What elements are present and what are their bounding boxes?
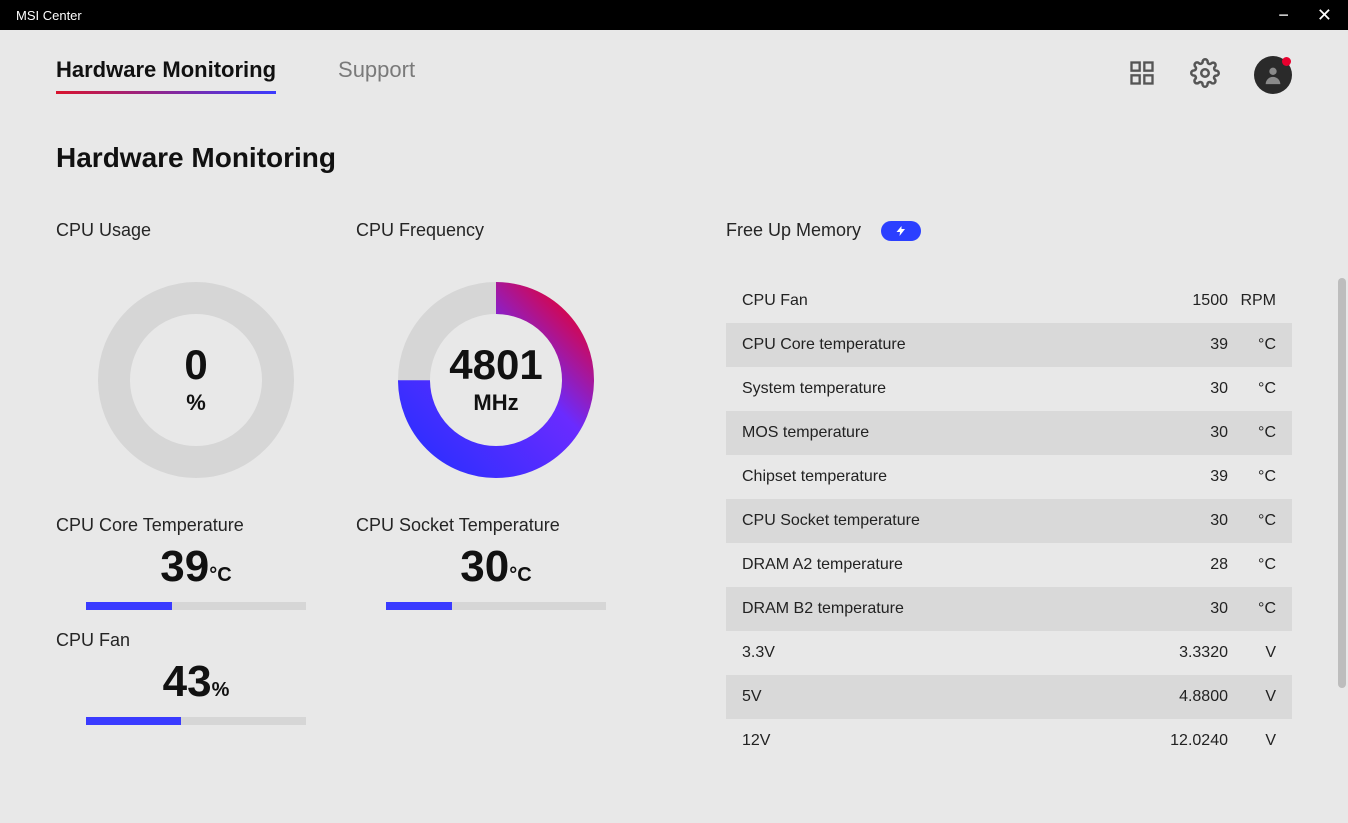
cpu-core-temp-unit: °C (209, 564, 231, 586)
stat-row: 3.3V3.3320V (726, 631, 1292, 675)
stat-unit: RPM (1228, 292, 1276, 310)
stat-value: 30 (1138, 424, 1228, 442)
stat-value: 28 (1138, 556, 1228, 574)
stat-value: 3.3320 (1138, 644, 1228, 662)
grid-icon[interactable] (1128, 59, 1156, 92)
stat-row: DRAM B2 temperature30°C (726, 587, 1292, 631)
stat-name: System temperature (742, 380, 1138, 398)
cpu-socket-temp-bar (386, 602, 606, 610)
cpu-socket-temp-value: 30 (460, 542, 509, 591)
stat-unit: °C (1228, 336, 1276, 354)
stat-value: 1500 (1138, 292, 1228, 310)
stat-name: CPU Socket temperature (742, 512, 1138, 530)
cpu-core-temp-bar (86, 602, 306, 610)
stat-unit: °C (1228, 556, 1276, 574)
tab-hardware-monitoring[interactable]: Hardware Monitoring (56, 57, 276, 93)
stat-name: DRAM B2 temperature (742, 600, 1138, 618)
cpu-usage-gauge: 0 % (91, 275, 301, 485)
tab-label: Hardware Monitoring (56, 57, 276, 82)
free-memory-label: Free Up Memory (726, 220, 861, 241)
tab-underline (56, 91, 276, 94)
scrollbar[interactable] (1338, 278, 1346, 688)
cpu-fan-bar (86, 717, 306, 725)
stat-unit: °C (1228, 512, 1276, 530)
stat-unit: °C (1228, 600, 1276, 618)
close-icon[interactable]: ✕ (1317, 5, 1332, 26)
cpu-fan-label: CPU Fan (56, 630, 336, 651)
stat-unit: V (1228, 732, 1276, 750)
tab-support[interactable]: Support (338, 57, 415, 93)
stat-list: CPU Fan1500RPMCPU Core temperature39°CSy… (726, 279, 1292, 763)
cpu-usage-label: CPU Usage (56, 220, 336, 241)
stat-name: 12V (742, 732, 1138, 750)
cpu-freq-value: 4801 (449, 344, 542, 386)
cpu-socket-temp-label: CPU Socket Temperature (356, 515, 636, 536)
stat-value: 39 (1138, 468, 1228, 486)
stat-name: MOS temperature (742, 424, 1138, 442)
gear-icon[interactable] (1190, 58, 1220, 93)
window-controls: − ✕ (1278, 5, 1332, 26)
free-memory-button[interactable] (881, 221, 921, 241)
cpu-usage-value: 0 (184, 344, 207, 386)
stat-name: 5V (742, 688, 1138, 706)
stat-unit: V (1228, 688, 1276, 706)
stat-value: 30 (1138, 600, 1228, 618)
stat-value: 4.8800 (1138, 688, 1228, 706)
stat-row: 5V4.8800V (726, 675, 1292, 719)
cpu-core-temp-label: CPU Core Temperature (56, 515, 336, 536)
cpu-fan-value: 43 (163, 657, 212, 706)
stat-unit: V (1228, 644, 1276, 662)
stat-row: MOS temperature30°C (726, 411, 1292, 455)
stat-row: CPU Socket temperature30°C (726, 499, 1292, 543)
stat-row: Chipset temperature39°C (726, 455, 1292, 499)
stat-name: 3.3V (742, 644, 1138, 662)
stat-row: DRAM A2 temperature28°C (726, 543, 1292, 587)
window-title: MSI Center (16, 8, 82, 23)
stat-row: CPU Core temperature39°C (726, 323, 1292, 367)
cpu-freq-gauge: 4801 MHz (391, 275, 601, 485)
stat-row: 12V12.0240V (726, 719, 1292, 763)
stat-row: System temperature30°C (726, 367, 1292, 411)
main-tabs: Hardware Monitoring Support (56, 57, 415, 93)
stat-row: CPU Fan1500RPM (726, 279, 1292, 323)
cpu-fan-unit: % (212, 679, 230, 701)
titlebar: MSI Center − ✕ (0, 0, 1348, 30)
cpu-freq-label: CPU Frequency (356, 220, 636, 241)
minimize-icon[interactable]: − (1278, 5, 1289, 26)
stat-unit: °C (1228, 468, 1276, 486)
stat-name: CPU Fan (742, 292, 1138, 310)
stat-name: DRAM A2 temperature (742, 556, 1138, 574)
cpu-core-temp-value: 39 (160, 542, 209, 591)
stat-value: 12.0240 (1138, 732, 1228, 750)
stat-value: 39 (1138, 336, 1228, 354)
stat-value: 30 (1138, 512, 1228, 530)
avatar[interactable] (1254, 56, 1292, 94)
bolt-icon (895, 225, 907, 237)
cpu-freq-unit: MHz (473, 390, 518, 416)
cpu-usage-unit: % (186, 390, 206, 416)
tab-label: Support (338, 57, 415, 82)
stat-value: 30 (1138, 380, 1228, 398)
cpu-socket-temp-unit: °C (509, 564, 531, 586)
stat-unit: °C (1228, 424, 1276, 442)
stat-name: Chipset temperature (742, 468, 1138, 486)
stat-unit: °C (1228, 380, 1276, 398)
page-title: Hardware Monitoring (56, 142, 1292, 174)
stat-name: CPU Core temperature (742, 336, 1138, 354)
